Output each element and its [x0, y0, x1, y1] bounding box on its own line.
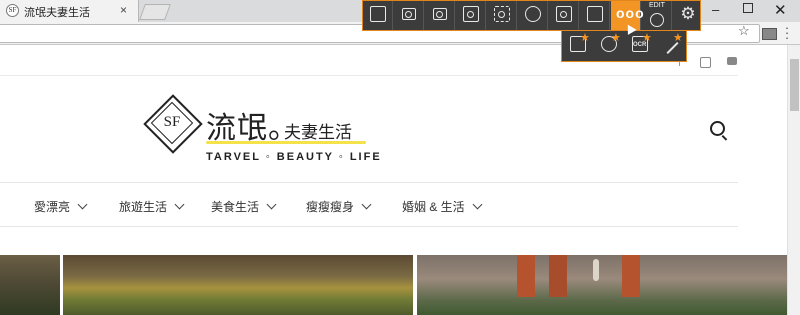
nav-item-label: 瘦瘦瘦身	[306, 200, 355, 214]
nav-item-beauty[interactable]: 愛漂亮	[34, 198, 88, 215]
chevron-down-icon	[266, 199, 277, 210]
star-icon: ★	[673, 31, 683, 44]
tab-title: 流氓夫妻生活	[24, 7, 90, 19]
capture-submenu: ★ ★ OCR ★ ★	[561, 31, 687, 62]
edit-check-icon	[650, 13, 664, 27]
nav-item-food[interactable]: 美食生活	[211, 198, 277, 215]
youtube-icon[interactable]	[727, 57, 737, 65]
featured-photo[interactable]	[417, 255, 787, 315]
nav-item-label: 愛漂亮	[34, 200, 71, 214]
timer-star-button[interactable]: ★	[594, 31, 624, 61]
video-capture-button[interactable]	[363, 1, 393, 30]
scrollbar-thumb[interactable]	[790, 59, 799, 111]
document-icon	[587, 6, 603, 22]
edit-button[interactable]: EDIT	[642, 1, 672, 30]
pen-star-button[interactable]: ★	[656, 31, 686, 61]
ocr-star-button[interactable]: OCR ★	[625, 31, 655, 61]
logo-underline	[206, 141, 366, 144]
camera-lens-icon	[467, 11, 474, 18]
capture-browser-button[interactable]	[549, 1, 579, 30]
nav-divider-top	[0, 182, 738, 183]
photo-detail	[517, 255, 535, 297]
featured-photo[interactable]	[63, 255, 413, 315]
star-icon: ★	[642, 31, 652, 44]
camera-lens-icon	[560, 11, 567, 18]
video-capture-icon	[370, 6, 386, 22]
close-window-button[interactable]: ✕	[774, 1, 787, 19]
settings-button[interactable]: ⚙	[673, 1, 703, 30]
edit-label: EDIT	[649, 2, 665, 9]
photo-detail	[622, 255, 640, 297]
document-button[interactable]	[580, 1, 610, 30]
logo-tagline: TARVEL ◦ BEAUTY ◦ LIFE	[206, 151, 382, 163]
gear-icon: ⚙	[680, 4, 696, 24]
instagram-icon[interactable]	[700, 57, 711, 68]
featured-photo[interactable]	[0, 255, 60, 315]
logo-mark[interactable]: SF	[158, 114, 186, 131]
chevron-down-icon	[361, 199, 372, 210]
camera-lens-icon	[436, 11, 443, 18]
capture-region-button[interactable]	[487, 1, 517, 30]
upload-button[interactable]	[518, 1, 548, 30]
nav-item-fitness[interactable]: 瘦瘦瘦身	[306, 198, 372, 215]
extension-icon[interactable]	[762, 28, 777, 40]
top-divider	[0, 75, 738, 76]
favicon-icon: SF	[6, 4, 19, 17]
nav-divider-bottom	[0, 226, 738, 227]
camera-lens-icon	[405, 11, 412, 18]
new-tab-button[interactable]	[139, 4, 171, 20]
web-page: SF 流氓。 夫妻生活 TARVEL ◦ BEAUTY ◦ LIFE 愛漂亮 旅…	[0, 45, 787, 315]
logo-subtitle[interactable]: 夫妻生活	[284, 118, 352, 143]
tab-close-icon[interactable]: ×	[120, 3, 127, 17]
nav-item-label: 旅遊生活	[119, 200, 168, 214]
scrollbar[interactable]	[787, 45, 800, 315]
bookmark-star-icon[interactable]: ☆	[738, 23, 750, 39]
chevron-down-icon	[77, 199, 88, 210]
maximize-button[interactable]	[743, 3, 753, 13]
featured-photos	[0, 255, 787, 315]
star-icon: ★	[611, 31, 621, 44]
browser-menu-icon[interactable]: · · ·	[784, 21, 790, 44]
nav-item-label: 美食生活	[211, 200, 260, 214]
photo-detail	[549, 255, 567, 297]
chevron-down-icon	[174, 199, 185, 210]
nav-item-travel[interactable]: 旅遊生活	[119, 198, 185, 215]
window-star-button[interactable]: ★	[563, 31, 593, 61]
camera-lens-icon	[498, 11, 505, 18]
nav-item-label: 婚姻 & 生活	[402, 200, 465, 214]
more-icon: ooo	[616, 5, 645, 21]
search-icon[interactable]	[710, 121, 725, 136]
tab-active[interactable]: SF 流氓夫妻生活 ×	[0, 0, 139, 22]
photo-detail	[593, 259, 599, 281]
capture-window-button[interactable]	[456, 1, 486, 30]
nav-item-marriage[interactable]: 婚姻 & 生活	[402, 198, 483, 215]
minimize-button[interactable]: –	[712, 2, 719, 17]
cloud-upload-icon	[525, 6, 541, 22]
capture-toolbar: ooo EDIT ⚙	[362, 0, 701, 31]
capture-visible-button[interactable]	[394, 1, 424, 30]
star-icon: ★	[580, 31, 590, 44]
chevron-down-icon	[472, 199, 483, 210]
capture-page-button[interactable]	[425, 1, 455, 30]
